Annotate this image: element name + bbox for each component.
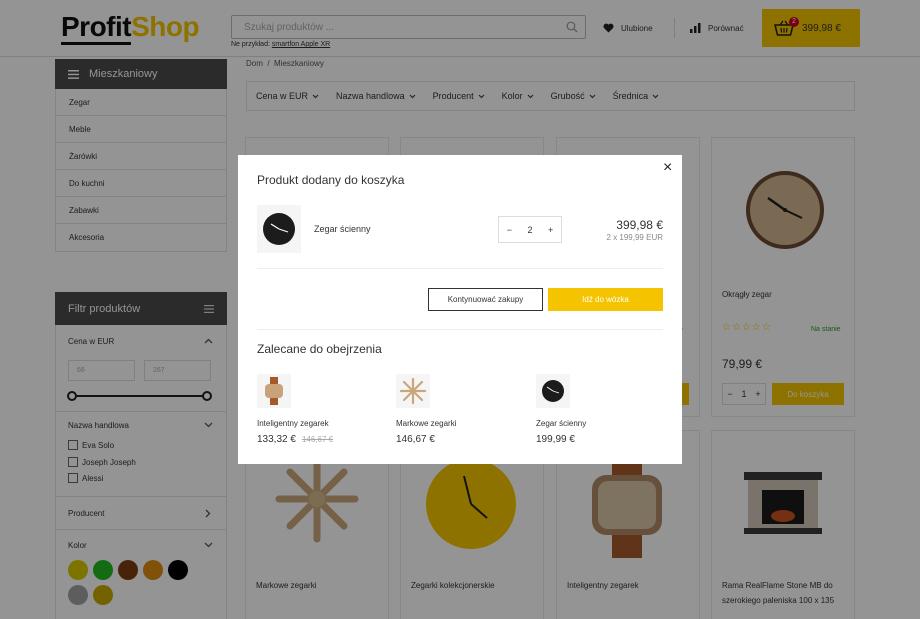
modal-divider	[257, 268, 663, 269]
go-to-cart-button[interactable]: Idź do wózka	[548, 288, 663, 311]
recommendations-title: Zalecane do obejrzenia	[257, 342, 382, 356]
modal-divider	[257, 329, 663, 330]
wall-clock-image	[542, 380, 564, 402]
modal-title: Produkt dodany do koszyka	[257, 173, 405, 187]
recommendation-thumbnail[interactable]	[257, 374, 291, 408]
recommendation-name[interactable]: Zegar ścienny	[536, 419, 586, 428]
recommendation-price-row: 133,32 € 146,67 €	[257, 434, 333, 445]
qty-value: 2	[527, 224, 533, 235]
smart-watch-image	[265, 377, 283, 405]
brand-watch-image	[399, 377, 427, 405]
modal-item-unit-price: 2 x 199,99 EUR	[606, 233, 663, 242]
continue-shopping-button[interactable]: Kontynuować zakupy	[428, 288, 543, 311]
modal-item-total: 399,98 €	[616, 218, 663, 232]
recommendation-name[interactable]: Inteligentny zegarek	[257, 419, 329, 428]
qty-plus-button[interactable]: +	[548, 225, 553, 235]
recommendation-price: 199,99 €	[536, 434, 575, 445]
recommendation-thumbnail[interactable]	[536, 374, 570, 408]
wall-clock-image	[263, 213, 295, 245]
modal-quantity-stepper[interactable]: − 2 +	[498, 216, 562, 243]
close-icon[interactable]: ×	[663, 159, 672, 177]
modal-item-thumbnail	[257, 205, 301, 253]
recommendation-thumbnail[interactable]	[396, 374, 430, 408]
recommendation-old-price: 146,67 €	[301, 435, 334, 444]
qty-minus-button[interactable]: −	[507, 225, 512, 235]
recommendation-price: 146,67 €	[396, 434, 435, 445]
modal-item-name: Zegar ścienny	[314, 224, 371, 234]
recommendation-name[interactable]: Markowe zegarki	[396, 419, 456, 428]
recommendation-price: 133,32 €	[257, 434, 296, 445]
